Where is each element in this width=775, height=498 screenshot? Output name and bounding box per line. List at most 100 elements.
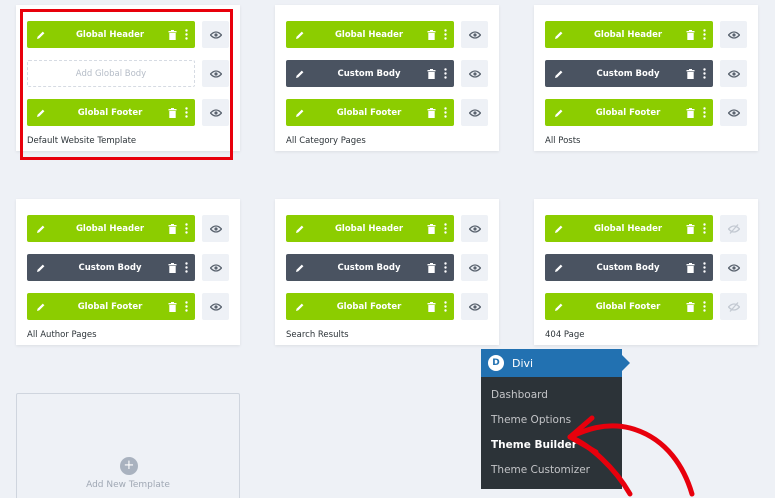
global-footer-bar[interactable]: Global Footer [286,293,454,320]
divi-menu-header[interactable]: D Divi [481,349,630,377]
bar-label: Global Footer [77,301,143,312]
eye-icon[interactable] [720,254,747,281]
template-name: All Author Pages [27,330,97,340]
more-icon[interactable] [179,262,193,273]
pencil-icon[interactable] [545,69,573,79]
eye-icon[interactable] [202,293,229,320]
more-icon[interactable] [438,29,452,40]
eye-icon[interactable] [720,99,747,126]
more-icon[interactable] [697,262,711,273]
global-header-bar[interactable]: Global Header [545,215,713,242]
menu-item-dashboard[interactable]: Dashboard [491,389,548,401]
bar-label: Global Footer [595,301,661,312]
pencil-icon[interactable] [286,263,314,273]
pencil-icon[interactable] [286,69,314,79]
template-card-all-posts: Global Header Custom Body Global Footer … [534,5,758,151]
pencil-icon[interactable] [286,302,314,312]
pencil-icon[interactable] [286,108,314,118]
more-icon[interactable] [179,301,193,312]
menu-item-theme-options[interactable]: Theme Options [491,414,571,426]
custom-body-bar[interactable]: Custom Body [286,60,454,87]
eye-icon[interactable] [720,21,747,48]
more-icon[interactable] [697,223,711,234]
trash-icon[interactable] [683,262,697,273]
layout-row-header: Global Header [545,215,747,242]
global-footer-bar[interactable]: Global Footer [545,293,713,320]
more-icon[interactable] [438,107,452,118]
global-header-bar[interactable]: Global Header [286,21,454,48]
pencil-icon[interactable] [545,108,573,118]
eye-slash-icon[interactable] [720,215,747,242]
pencil-icon[interactable] [27,302,55,312]
eye-icon[interactable] [461,215,488,242]
trash-icon[interactable] [683,223,697,234]
trash-icon[interactable] [165,262,179,273]
trash-icon[interactable] [424,29,438,40]
more-icon[interactable] [697,68,711,79]
more-icon[interactable] [179,223,193,234]
add-new-template-card[interactable]: + Add New Template [16,393,240,498]
custom-body-bar[interactable]: Custom Body [545,254,713,281]
eye-icon[interactable] [202,254,229,281]
more-icon[interactable] [438,301,452,312]
trash-icon[interactable] [683,29,697,40]
menu-item-theme-customizer[interactable]: Theme Customizer [491,464,590,476]
more-icon[interactable] [438,68,452,79]
pencil-icon[interactable] [545,30,573,40]
layout-row-header: Global Header [286,21,488,48]
global-footer-bar[interactable]: Global Footer [27,293,195,320]
layout-row-footer: Global Footer [286,293,488,320]
global-header-bar[interactable]: Global Header [286,215,454,242]
layout-row-footer: Global Footer [286,99,488,126]
bar-label: Global Header [334,29,404,40]
pencil-icon[interactable] [27,263,55,273]
template-name: Search Results [286,330,349,340]
eye-icon[interactable] [461,21,488,48]
eye-icon[interactable] [720,60,747,87]
global-header-bar[interactable]: Global Header [545,21,713,48]
eye-icon[interactable] [202,215,229,242]
bar-label: Global Header [334,223,404,234]
custom-body-bar[interactable]: Custom Body [286,254,454,281]
eye-icon[interactable] [461,60,488,87]
pencil-icon[interactable] [286,224,314,234]
trash-icon[interactable] [424,68,438,79]
pencil-icon[interactable] [545,263,573,273]
trash-icon[interactable] [424,301,438,312]
more-icon[interactable] [438,262,452,273]
trash-icon[interactable] [165,301,179,312]
global-footer-bar[interactable]: Global Footer [545,99,713,126]
plus-icon[interactable]: + [120,457,138,475]
pencil-icon[interactable] [286,30,314,40]
pencil-icon[interactable] [27,224,55,234]
more-icon[interactable] [438,223,452,234]
trash-icon[interactable] [165,223,179,234]
custom-body-bar[interactable]: Custom Body [545,60,713,87]
global-header-bar[interactable]: Global Header [27,215,195,242]
divi-menu-title: Divi [512,356,534,370]
trash-icon[interactable] [424,223,438,234]
trash-icon[interactable] [424,262,438,273]
custom-body-bar[interactable]: Custom Body [27,254,195,281]
eye-icon[interactable] [461,254,488,281]
highlight-box [20,9,233,160]
menu-item-theme-builder[interactable]: Theme Builder [491,439,577,451]
layout-row-body: Custom Body [286,60,488,87]
more-icon[interactable] [697,29,711,40]
trash-icon[interactable] [424,107,438,118]
pencil-icon[interactable] [545,302,573,312]
eye-icon[interactable] [461,99,488,126]
eye-slash-icon[interactable] [720,293,747,320]
global-footer-bar[interactable]: Global Footer [286,99,454,126]
trash-icon[interactable] [683,68,697,79]
layout-row-header: Global Header [27,215,229,242]
pencil-icon[interactable] [545,224,573,234]
trash-icon[interactable] [683,301,697,312]
divi-admin-menu: D Divi Dashboard Theme Options Theme Bui… [481,349,630,489]
trash-icon[interactable] [683,107,697,118]
template-card-search-results: Global Header Custom Body Global Footer … [275,199,499,345]
eye-icon[interactable] [461,293,488,320]
more-icon[interactable] [697,301,711,312]
divi-logo-icon: D [488,355,504,371]
more-icon[interactable] [697,107,711,118]
